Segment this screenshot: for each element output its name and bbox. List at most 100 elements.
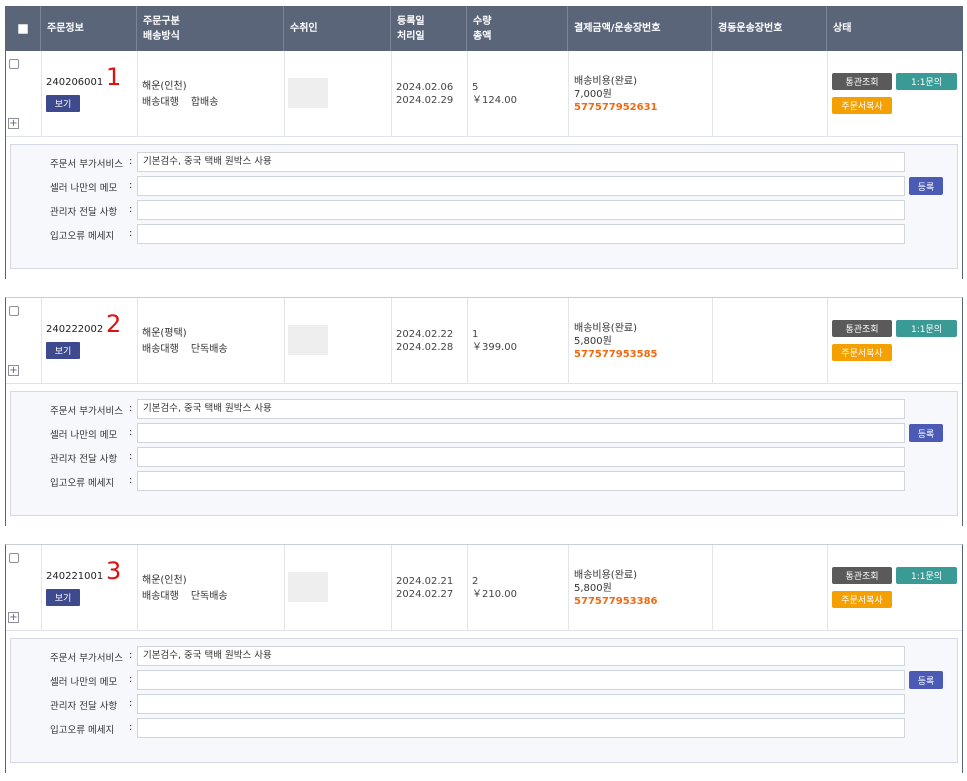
- order-marker-number: 1: [106, 63, 122, 91]
- processed-date: 2024.02.28: [396, 342, 454, 353]
- order-info-cell: 240221001 3 보기: [42, 545, 138, 631]
- seller-memo-label: 셀러 나만의 메모: [50, 677, 118, 688]
- shipping-sub-method: 단독배송: [190, 591, 228, 602]
- select-all-checkbox[interactable]: [17, 23, 28, 34]
- status-cell: 통관조회 1:1문의 주문서복사: [828, 545, 962, 631]
- colon: :: [129, 451, 133, 462]
- shipping-method: 배송대행: [142, 344, 179, 355]
- header-dates: 등록일 처리일: [391, 6, 467, 51]
- table-header: 주문정보 주문구분 배송방식 수취인 등록일 처리일 수량 총액 결제금액/운송장번호…: [5, 6, 963, 51]
- select-cell: +: [6, 545, 42, 631]
- tracking-number[interactable]: 577577953386: [574, 595, 658, 608]
- seller-memo-input[interactable]: [137, 670, 905, 690]
- order-checkbox[interactable]: [9, 306, 19, 316]
- error-message-row: 입고오류 메세지 :: [11, 718, 957, 738]
- extra-service-field[interactable]: 기본검수, 중국 택배 원박스 사용: [137, 152, 905, 172]
- tracking-number[interactable]: 577577953585: [574, 348, 658, 361]
- admin-note-row: 관리자 전달 사항 :: [11, 447, 957, 467]
- order-checkbox[interactable]: [9, 553, 19, 563]
- status-cell: 통관조회 1:1문의 주문서복사: [828, 298, 962, 384]
- recipient-cell: [285, 298, 392, 384]
- order-detail: 주문서 부가서비스 : 기본검수, 중국 택배 원박스 사용 셀러 나만의 메모…: [6, 631, 962, 773]
- order-type: 해운(평택): [142, 328, 187, 339]
- customs-lookup-button[interactable]: 통관조회: [832, 567, 892, 584]
- qty-total-cell: 1 ￥399.00: [468, 298, 569, 384]
- view-button[interactable]: 보기: [46, 342, 80, 359]
- order-checkbox[interactable]: [9, 59, 19, 69]
- processed-date: 2024.02.29: [396, 95, 454, 106]
- view-button[interactable]: 보기: [46, 95, 80, 112]
- shipping-method: 배송대행: [142, 97, 179, 108]
- seller-memo-input[interactable]: [137, 423, 905, 443]
- shipping-method: 배송대행: [142, 591, 179, 602]
- customs-lookup-button[interactable]: 통관조회: [832, 320, 892, 337]
- qty-total-cell: 5 ￥124.00: [468, 51, 569, 137]
- inquiry-button[interactable]: 1:1문의: [896, 320, 957, 337]
- admin-note-row: 관리자 전달 사항 :: [11, 200, 957, 220]
- colon: :: [129, 427, 133, 438]
- recipient-placeholder: [288, 78, 328, 108]
- registered-date: 2024.02.21: [396, 576, 454, 587]
- header-qty-total: 수량 총액: [467, 6, 568, 51]
- inquiry-button[interactable]: 1:1문의: [896, 567, 957, 584]
- select-cell: +: [6, 298, 42, 384]
- extra-service-row: 주문서 부가서비스 : 기본검수, 중국 택배 원박스 사용: [11, 646, 957, 666]
- inquiry-button[interactable]: 1:1문의: [896, 73, 957, 90]
- total-amount: ￥399.00: [472, 342, 517, 353]
- dates-cell: 2024.02.22 2024.02.28: [392, 298, 468, 384]
- register-memo-button[interactable]: 등록: [909, 177, 943, 195]
- expand-icon[interactable]: +: [8, 365, 19, 376]
- error-message-row: 입고오류 메세지 :: [11, 471, 957, 491]
- payment-amount: 5,800원: [574, 583, 612, 594]
- copy-order-button[interactable]: 주문서복사: [832, 591, 892, 608]
- expand-icon[interactable]: +: [8, 118, 19, 129]
- recipient-cell: [285, 545, 392, 631]
- kd-tracking-cell: [713, 545, 828, 631]
- error-message-label: 입고오류 메세지: [50, 478, 115, 489]
- shipping-sub-method: 단독배송: [190, 344, 228, 355]
- seller-memo-label: 셀러 나만의 메모: [50, 183, 118, 194]
- payment-cell: 배송비용(완료) 7,000원 577577952631: [569, 51, 713, 137]
- extra-service-row: 주문서 부가서비스 : 기본검수, 중국 택배 원박스 사용: [11, 152, 957, 172]
- error-message-field: [137, 471, 905, 491]
- quantity: 5: [472, 82, 479, 93]
- recipient-placeholder: [288, 572, 328, 602]
- header-order-info: 주문정보: [41, 6, 137, 51]
- error-message-label: 입고오류 메세지: [50, 725, 115, 736]
- order-type: 해운(인천): [142, 81, 187, 92]
- header-recipient: 수취인: [284, 6, 391, 51]
- copy-order-button[interactable]: 주문서복사: [832, 344, 892, 361]
- admin-note-label: 관리자 전달 사항: [50, 207, 118, 218]
- error-message-row: 입고오류 메세지 :: [11, 224, 957, 244]
- order-marker-number: 2: [106, 310, 122, 338]
- register-memo-button[interactable]: 등록: [909, 424, 943, 442]
- expand-icon[interactable]: +: [8, 612, 19, 623]
- dates-cell: 2024.02.21 2024.02.27: [392, 545, 468, 631]
- extra-service-row: 주문서 부가서비스 : 기본검수, 중국 택배 원박스 사용: [11, 399, 957, 419]
- order-detail-panel: 주문서 부가서비스 : 기본검수, 중국 택배 원박스 사용 셀러 나만의 메모…: [10, 391, 958, 516]
- tracking-number[interactable]: 577577952631: [574, 101, 658, 114]
- recipient-placeholder: [288, 325, 328, 355]
- recipient-cell: [285, 51, 392, 137]
- view-button[interactable]: 보기: [46, 589, 80, 606]
- admin-note-row: 관리자 전달 사항 :: [11, 694, 957, 714]
- extra-service-label: 주문서 부가서비스: [50, 653, 123, 664]
- colon: :: [129, 650, 133, 661]
- seller-memo-input[interactable]: [137, 176, 905, 196]
- order-detail-panel: 주문서 부가서비스 : 기본검수, 중국 택배 원박스 사용 셀러 나만의 메모…: [10, 638, 958, 763]
- header-select-all-cell: [5, 6, 41, 51]
- extra-service-field[interactable]: 기본검수, 중국 택배 원박스 사용: [137, 646, 905, 666]
- order-number: 240206001: [46, 77, 104, 88]
- order-info-cell: 240206001 1 보기: [42, 51, 138, 137]
- order-detail: 주문서 부가서비스 : 기본검수, 중국 택배 원박스 사용 셀러 나만의 메모…: [6, 384, 962, 526]
- order-number: 240221001: [46, 571, 104, 582]
- register-memo-button[interactable]: 등록: [909, 671, 943, 689]
- extra-service-field[interactable]: 기본검수, 중국 택배 원박스 사용: [137, 399, 905, 419]
- payment-cell: 배송비용(완료) 5,800원 577577953386: [569, 545, 713, 631]
- customs-lookup-button[interactable]: 통관조회: [832, 73, 892, 90]
- admin-note-field: [137, 694, 905, 714]
- order-type: 해운(인천): [142, 575, 187, 586]
- payment-amount: 7,000원: [574, 89, 612, 100]
- copy-order-button[interactable]: 주문서복사: [832, 97, 892, 114]
- colon: :: [129, 722, 133, 733]
